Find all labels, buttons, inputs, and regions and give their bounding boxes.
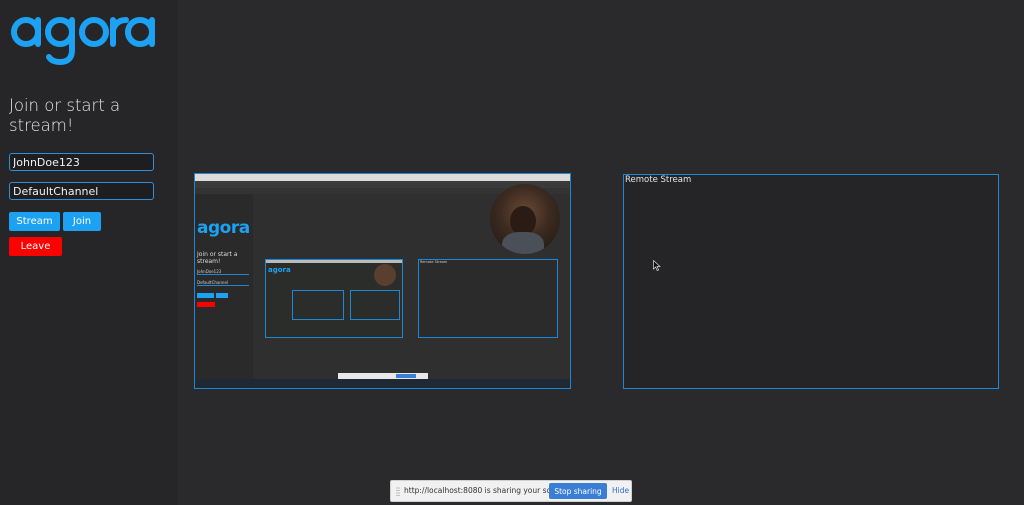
agora-logo — [11, 17, 155, 66]
nested-remote-label: Remote Stream — [420, 260, 448, 264]
nested-leave-button — [197, 302, 215, 307]
drag-handle-icon[interactable] — [396, 487, 400, 496]
remote-stream-label: Remote Stream — [625, 175, 692, 185]
nested-remote-stream: Remote Stream — [418, 259, 558, 338]
leave-button[interactable]: Leave — [9, 237, 62, 256]
screen-share-notification: http://localhost:8080 is sharing your sc… — [390, 480, 632, 502]
shared-screen-video: agora Join or start a stream! JohnDoe123… — [195, 174, 570, 388]
nested-headline: Join or start a stream! — [197, 251, 238, 265]
nested-join-button — [216, 293, 228, 298]
page-headline: Join or start a stream! — [9, 96, 121, 135]
nested-logo: agora — [197, 218, 250, 238]
nested-local-stream: agora — [265, 259, 403, 338]
nested-tab-bar — [195, 174, 570, 181]
nested-sidebar: agora Join or start a stream! JohnDoe123… — [195, 194, 253, 379]
stop-sharing-button[interactable]: Stop sharing — [549, 483, 607, 499]
remote-stream: Remote Stream — [623, 174, 999, 389]
nested-inner-logo: agora — [268, 266, 291, 274]
username-input[interactable] — [9, 153, 154, 171]
webcam-overlay — [490, 184, 560, 254]
join-button[interactable]: Join — [63, 212, 101, 231]
nested-stream-button — [197, 293, 214, 298]
stream-button[interactable]: Stream — [9, 212, 60, 231]
nested-username: JohnDoe123 — [197, 269, 249, 275]
app-window: Join or start a stream! Stream Join Leav… — [0, 0, 1024, 505]
hide-link[interactable]: Hide — [612, 486, 629, 495]
nested-taskbar — [195, 379, 570, 388]
nested-channel: DefaultChannel — [197, 280, 249, 286]
channel-input[interactable] — [9, 182, 154, 200]
sidebar: Join or start a stream! Stream Join Leav… — [0, 0, 178, 505]
local-stream: agora Join or start a stream! JohnDoe123… — [194, 173, 571, 389]
share-message: http://localhost:8080 is sharing your sc… — [404, 486, 570, 495]
mouse-cursor-icon — [653, 260, 661, 271]
